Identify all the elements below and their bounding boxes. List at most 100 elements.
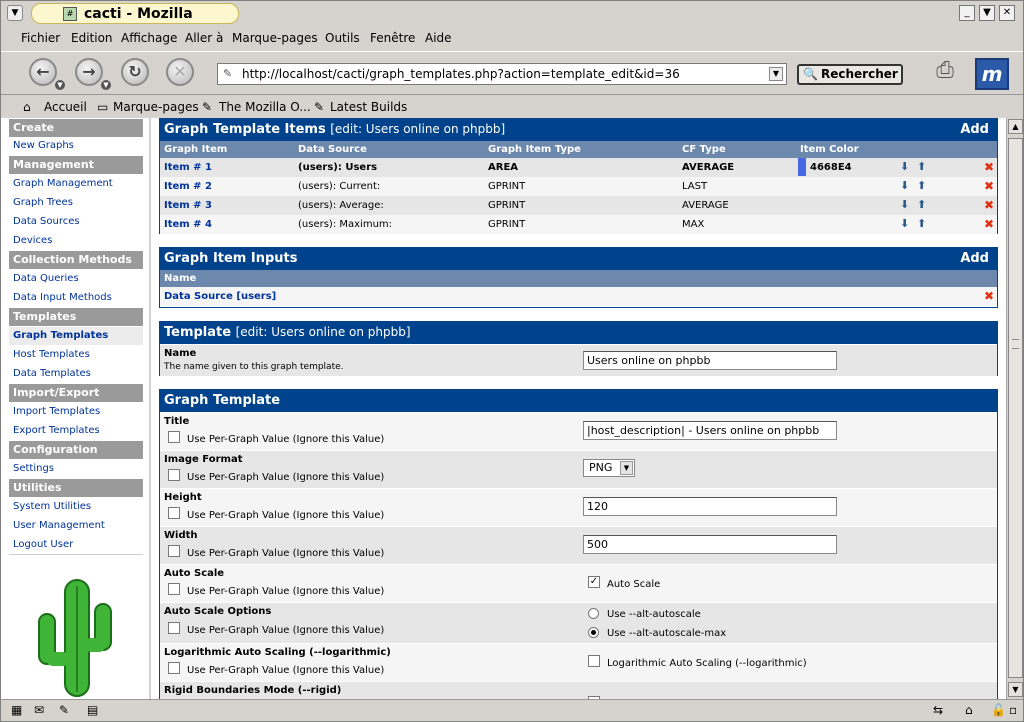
composer-icon[interactable]: ✎ <box>59 703 69 717</box>
home-icon[interactable]: ⌂ <box>23 100 31 114</box>
sidebar-item-import-templates[interactable]: Import Templates <box>13 406 100 417</box>
autoscale-per-graph-checkbox[interactable] <box>168 583 180 595</box>
template-name-input[interactable]: Users online on phpbb <box>583 351 837 370</box>
sidebar-item-system-utilities[interactable]: System Utilities <box>13 501 91 512</box>
print-icon[interactable]: ⎙ <box>927 58 963 88</box>
height-per-graph-checkbox[interactable] <box>168 507 180 519</box>
minimize-button[interactable]: _ <box>959 5 975 21</box>
bookmark-latest-builds[interactable]: Latest Builds <box>330 100 407 114</box>
image-format-select[interactable]: PNG ▼ <box>583 459 635 477</box>
delete-icon[interactable]: ✖ <box>984 198 994 212</box>
width-per-graph-checkbox[interactable] <box>168 545 180 557</box>
width-input[interactable]: 500 <box>583 535 837 554</box>
per-graph-label: Use Per-Graph Value (Ignore this Value) <box>187 510 385 521</box>
url-bar[interactable]: ✎ http://localhost/cacti/graph_templates… <box>217 63 787 85</box>
sidebar-item-user-management[interactable]: User Management <box>13 520 105 531</box>
menu-edition[interactable]: Edition <box>71 31 113 45</box>
move-down-icon[interactable]: ⬇ <box>900 179 909 192</box>
col-cf-type: CF Type <box>682 144 726 155</box>
menu-aller[interactable]: Aller à <box>185 31 223 45</box>
alt-autoscale-max-radio[interactable] <box>588 627 599 638</box>
item-link[interactable]: Item # 3 <box>164 200 212 211</box>
close-button[interactable]: ✕ <box>999 5 1015 21</box>
delete-icon[interactable]: ✖ <box>984 289 994 303</box>
sidebar-item-new-graphs[interactable]: New Graphs <box>13 140 74 151</box>
logarithmic-checkbox[interactable] <box>588 655 600 667</box>
title-pill: # cacti - Mozilla <box>31 3 239 24</box>
move-up-icon[interactable]: ⬆ <box>917 179 926 192</box>
log-per-graph-checkbox[interactable] <box>168 662 180 674</box>
auto-scale-options-label: Auto Scale Options <box>164 606 272 617</box>
scroll-up-icon[interactable]: ▲ <box>1008 119 1023 134</box>
template-subtitle: [edit: Users online on phpbb] <box>235 325 411 339</box>
sidebar-item-data-input-methods[interactable]: Data Input Methods <box>13 292 112 303</box>
move-up-icon[interactable]: ⬆ <box>917 217 926 230</box>
options-per-graph-checkbox[interactable] <box>168 622 180 634</box>
sidebar-item-devices[interactable]: Devices <box>13 235 52 246</box>
move-up-icon[interactable]: ⬆ <box>917 198 926 211</box>
forward-icon[interactable]: → <box>75 58 103 86</box>
auto-scale-checkbox[interactable]: ✓ <box>588 576 600 588</box>
delete-icon[interactable]: ✖ <box>984 179 994 193</box>
delete-icon[interactable]: ✖ <box>984 160 994 174</box>
maximize-button[interactable]: ▼ <box>979 5 995 21</box>
per-graph-label: Use Per-Graph Value (Ignore this Value) <box>187 625 385 636</box>
menu-fenetre[interactable]: Fenêtre <box>370 31 415 45</box>
bookmark-marque-pages[interactable]: Marque-pages <box>113 100 199 114</box>
back-icon[interactable]: ← <box>29 58 57 86</box>
sidebar-header-utilities: Utilities <box>9 479 143 497</box>
menu-fichier[interactable]: Fichier <box>21 31 60 45</box>
graph-title-input[interactable]: |host_description| - Users online on php… <box>583 421 837 440</box>
bookmark-mozilla-org[interactable]: The Mozilla O... <box>219 100 311 114</box>
reload-icon[interactable]: ↻ <box>121 58 149 86</box>
sidebar-item-data-sources[interactable]: Data Sources <box>13 216 80 227</box>
logarithmic-label: Logarithmic Auto Scaling (--logarithmic) <box>164 647 391 658</box>
height-input[interactable]: 120 <box>583 497 837 516</box>
back-dropdown-icon[interactable]: ▼ <box>55 80 65 90</box>
sidebar-item-settings[interactable]: Settings <box>13 463 54 474</box>
delete-icon[interactable]: ✖ <box>984 217 994 231</box>
item-cf: AVERAGE <box>682 162 735 173</box>
sidebar-item-data-templates[interactable]: Data Templates <box>13 368 91 379</box>
move-down-icon[interactable]: ⬇ <box>900 198 909 211</box>
sidebar-item-logout-user[interactable]: Logout User <box>13 539 73 550</box>
sidebar-item-host-templates[interactable]: Host Templates <box>13 349 90 360</box>
sidebar: Create New Graphs Management Graph Manag… <box>1 118 149 699</box>
move-up-icon[interactable]: ⬆ <box>917 160 926 173</box>
title-per-graph-checkbox[interactable] <box>168 431 180 443</box>
alt-autoscale-radio[interactable] <box>588 608 599 619</box>
menu-marque-pages[interactable]: Marque-pages <box>232 31 318 45</box>
scroll-down-icon[interactable]: ▼ <box>1008 682 1023 697</box>
items-add-link[interactable]: Add <box>960 119 989 140</box>
bookmark-accueil[interactable]: Accueil <box>44 100 87 114</box>
url-dropdown-icon[interactable]: ▼ <box>769 67 783 81</box>
item-link[interactable]: Item # 1 <box>164 162 212 173</box>
sidebar-item-graph-templates[interactable]: Graph Templates <box>9 327 143 345</box>
menu-aide[interactable]: Aide <box>425 31 452 45</box>
scroll-thumb[interactable] <box>1008 138 1023 678</box>
url-text[interactable]: http://localhost/cacti/graph_templates.p… <box>242 67 680 81</box>
move-down-icon[interactable]: ⬇ <box>900 217 909 230</box>
format-per-graph-checkbox[interactable] <box>168 469 180 481</box>
vertical-scrollbar[interactable]: ▲ ▼ <box>1006 118 1023 699</box>
sidebar-item-data-queries[interactable]: Data Queries <box>13 273 79 284</box>
menu-outils[interactable]: Outils <box>325 31 360 45</box>
data-source-input-link[interactable]: Data Source [users] <box>164 291 276 302</box>
item-link[interactable]: Item # 4 <box>164 219 212 230</box>
search-button[interactable]: 🔍 Rechercher <box>797 64 903 85</box>
item-link[interactable]: Item # 2 <box>164 181 212 192</box>
mozilla-logo-icon[interactable]: m <box>975 58 1009 90</box>
menu-affichage[interactable]: Affichage <box>121 31 177 45</box>
image-format-row: Image Format Use Per-Graph Value (Ignore… <box>160 450 997 488</box>
sidebar-item-graph-trees[interactable]: Graph Trees <box>13 197 73 208</box>
window-menu-button[interactable]: ▼ <box>7 5 23 21</box>
inputs-add-link[interactable]: Add <box>960 248 989 269</box>
address-book-icon[interactable]: ▤ <box>87 703 98 717</box>
stop-icon[interactable]: ✕ <box>166 58 194 86</box>
forward-dropdown-icon[interactable]: ▼ <box>101 80 111 90</box>
navigator-icon[interactable]: ▦ <box>11 703 22 717</box>
sidebar-item-export-templates[interactable]: Export Templates <box>13 425 100 436</box>
mail-icon[interactable]: ✉ <box>34 703 44 717</box>
sidebar-item-graph-management[interactable]: Graph Management <box>13 178 113 189</box>
move-down-icon[interactable]: ⬇ <box>900 160 909 173</box>
